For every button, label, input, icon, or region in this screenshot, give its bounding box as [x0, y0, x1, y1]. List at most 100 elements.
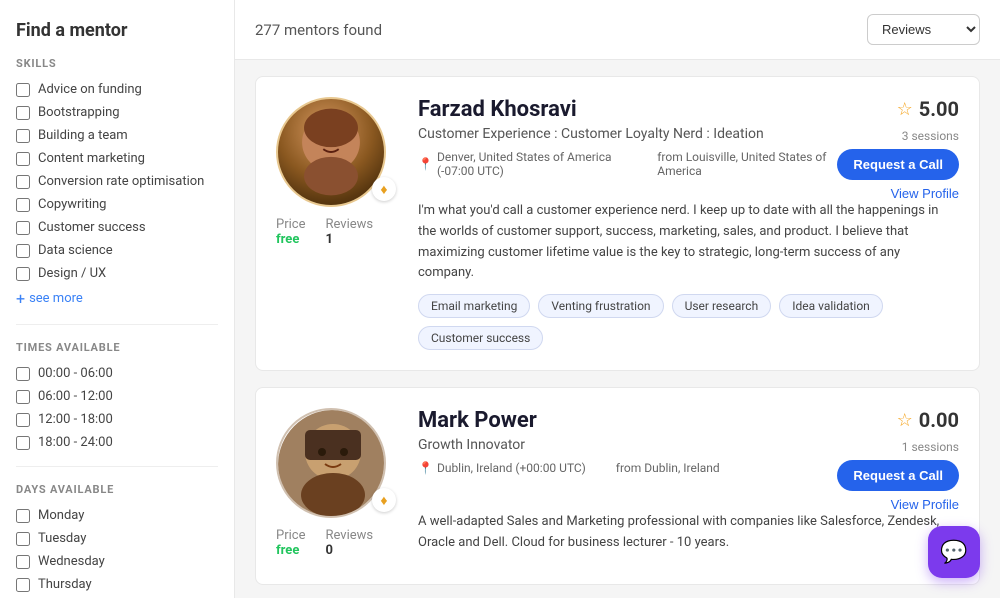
day-thursday[interactable]: Thursday	[16, 577, 218, 592]
skill-customer-success[interactable]: Customer success	[16, 220, 218, 235]
avatar-farzad	[276, 97, 386, 207]
card-header-row-farzad: Farzad Khosravi Customer Experience : Cu…	[418, 97, 959, 201]
mentor-card-mark: ♦ Price free Reviews	[255, 387, 980, 585]
day-wednesday[interactable]: Wednesday	[16, 554, 218, 569]
bio-farzad: I'm what you'd call a customer experienc…	[418, 201, 959, 284]
sort-select[interactable]: Reviews Rating Sessions	[867, 14, 980, 45]
card-right-mark: Mark Power Growth Innovator 📍 Dublin, Ir…	[418, 408, 959, 564]
day-tuesday[interactable]: Tuesday	[16, 531, 218, 546]
skill-copywriting-label: Copywriting	[38, 197, 107, 212]
time-0612[interactable]: 06:00 - 12:00	[16, 389, 218, 404]
skill-data-science[interactable]: Data science	[16, 243, 218, 258]
time-1218-label: 12:00 - 18:00	[38, 412, 113, 427]
skill-building-a-team[interactable]: Building a team	[16, 128, 218, 143]
price-label-mark: Price	[276, 528, 305, 543]
view-profile-button-mark[interactable]: View Profile	[891, 497, 959, 512]
chat-fab[interactable]: 💬	[928, 526, 980, 578]
price-reviews-farzad: Price free Reviews 1	[276, 217, 402, 247]
time-1218[interactable]: 12:00 - 18:00	[16, 412, 218, 427]
mentor-cards-container: ♦ Price free Reviews	[235, 60, 1000, 598]
pr-row-mark: Price free Reviews 0	[276, 528, 402, 558]
skill-advice-label: Advice on funding	[38, 82, 142, 97]
request-call-button-farzad[interactable]: Request a Call	[837, 149, 959, 180]
avatar-mark	[276, 408, 386, 518]
skill-copywriting[interactable]: Copywriting	[16, 197, 218, 212]
skill-building-checkbox[interactable]	[16, 129, 30, 143]
day-monday[interactable]: Monday	[16, 508, 218, 523]
main-content: 277 mentors found Reviews Rating Session…	[235, 0, 1000, 598]
location-row-mark: 📍 Dublin, Ireland (+00:00 UTC) from Dubl…	[418, 461, 720, 475]
skill-copywriting-checkbox[interactable]	[16, 198, 30, 212]
avatar-wrapper-mark: ♦	[276, 408, 402, 518]
day-thursday-checkbox[interactable]	[16, 578, 30, 592]
day-thursday-label: Thursday	[38, 577, 92, 592]
day-wednesday-label: Wednesday	[38, 554, 105, 569]
time-1824[interactable]: 18:00 - 24:00	[16, 435, 218, 450]
diamond-icon-mark: ♦	[380, 492, 387, 509]
skill-conversion-checkbox[interactable]	[16, 175, 30, 189]
time-0006-checkbox[interactable]	[16, 367, 30, 381]
diamond-badge-farzad: ♦	[372, 177, 396, 201]
day-wednesday-checkbox[interactable]	[16, 555, 30, 569]
sidebar: Find a mentor SKILLS Advice on funding B…	[0, 0, 235, 598]
skill-data-checkbox[interactable]	[16, 244, 30, 258]
mentor-name-farzad: Farzad Khosravi	[418, 97, 829, 122]
time-0612-checkbox[interactable]	[16, 390, 30, 404]
skill-design-ux[interactable]: Design / UX	[16, 266, 218, 281]
skill-content-checkbox[interactable]	[16, 152, 30, 166]
rating-row-mark: ☆ 0.00	[897, 408, 959, 432]
skill-conversion-rate[interactable]: Conversion rate optimisation	[16, 174, 218, 189]
tag-user-research: User research	[672, 294, 772, 318]
farzad-face-svg	[278, 97, 384, 207]
location-pin-icon-mark: 📍	[418, 461, 433, 475]
time-1218-checkbox[interactable]	[16, 413, 30, 427]
tag-venting-frustration: Venting frustration	[538, 294, 663, 318]
actions-col-mark: ☆ 0.00 1 sessions Request a Call View Pr…	[837, 408, 959, 512]
view-profile-button-farzad[interactable]: View Profile	[891, 186, 959, 201]
day-tuesday-checkbox[interactable]	[16, 532, 30, 546]
day-tuesday-label: Tuesday	[38, 531, 86, 546]
skill-advice-checkbox[interactable]	[16, 83, 30, 97]
bio-mark: A well-adapted Sales and Marketing profe…	[418, 512, 959, 554]
mentor-info-mark: Mark Power Growth Innovator 📍 Dublin, Ir…	[418, 408, 720, 475]
rating-value-farzad: 5.00	[919, 97, 959, 121]
skill-customer-label: Customer success	[38, 220, 146, 235]
skill-advice-on-funding[interactable]: Advice on funding	[16, 82, 218, 97]
diamond-icon-farzad: ♦	[380, 181, 387, 198]
card-left-farzad: ♦ Price free Reviews	[276, 97, 402, 350]
location-text-mark: Dublin, Ireland (+00:00 UTC)	[437, 461, 586, 475]
price-value-farzad: free	[276, 232, 305, 247]
reviews-col-mark: Reviews 0	[325, 528, 373, 558]
days-section-label: DAYS AVAILABLE	[16, 483, 218, 496]
mentor-title-farzad: Customer Experience : Customer Loyalty N…	[418, 126, 829, 142]
price-col-farzad: Price free	[276, 217, 305, 247]
rating-value-mark: 0.00	[919, 408, 959, 432]
skill-bootstrapping-checkbox[interactable]	[16, 106, 30, 120]
reviews-value-farzad: 1	[325, 232, 373, 247]
price-reviews-mark: Price free Reviews 0	[276, 528, 402, 558]
time-1824-checkbox[interactable]	[16, 436, 30, 450]
skill-customer-checkbox[interactable]	[16, 221, 30, 235]
divider-1	[16, 324, 218, 325]
tag-customer-success: Customer success	[418, 326, 543, 350]
from-text-farzad: from Louisville, United States of Americ…	[657, 150, 829, 178]
from-location-mark: from Dublin, Ireland	[616, 461, 720, 475]
price-col-mark: Price free	[276, 528, 305, 558]
rating-row-farzad: ☆ 5.00	[897, 97, 959, 121]
see-more-skills[interactable]: + see more	[16, 289, 218, 308]
from-text-mark: from Dublin, Ireland	[616, 461, 720, 475]
mentor-title-mark: Growth Innovator	[418, 437, 720, 453]
day-monday-checkbox[interactable]	[16, 509, 30, 523]
skill-design-checkbox[interactable]	[16, 267, 30, 281]
mentors-count: 277 mentors found	[255, 21, 382, 39]
days-filter-section: Monday Tuesday Wednesday Thursday Friday…	[16, 508, 218, 598]
sidebar-title: Find a mentor	[16, 20, 218, 41]
skill-content-marketing[interactable]: Content marketing	[16, 151, 218, 166]
card-body-mark: ♦ Price free Reviews	[276, 408, 959, 564]
time-0006[interactable]: 00:00 - 06:00	[16, 366, 218, 381]
see-more-plus-icon: +	[16, 289, 25, 308]
time-0006-label: 00:00 - 06:00	[38, 366, 113, 381]
mentor-info-farzad: Farzad Khosravi Customer Experience : Cu…	[418, 97, 829, 178]
skill-bootstrapping[interactable]: Bootstrapping	[16, 105, 218, 120]
request-call-button-mark[interactable]: Request a Call	[837, 460, 959, 491]
